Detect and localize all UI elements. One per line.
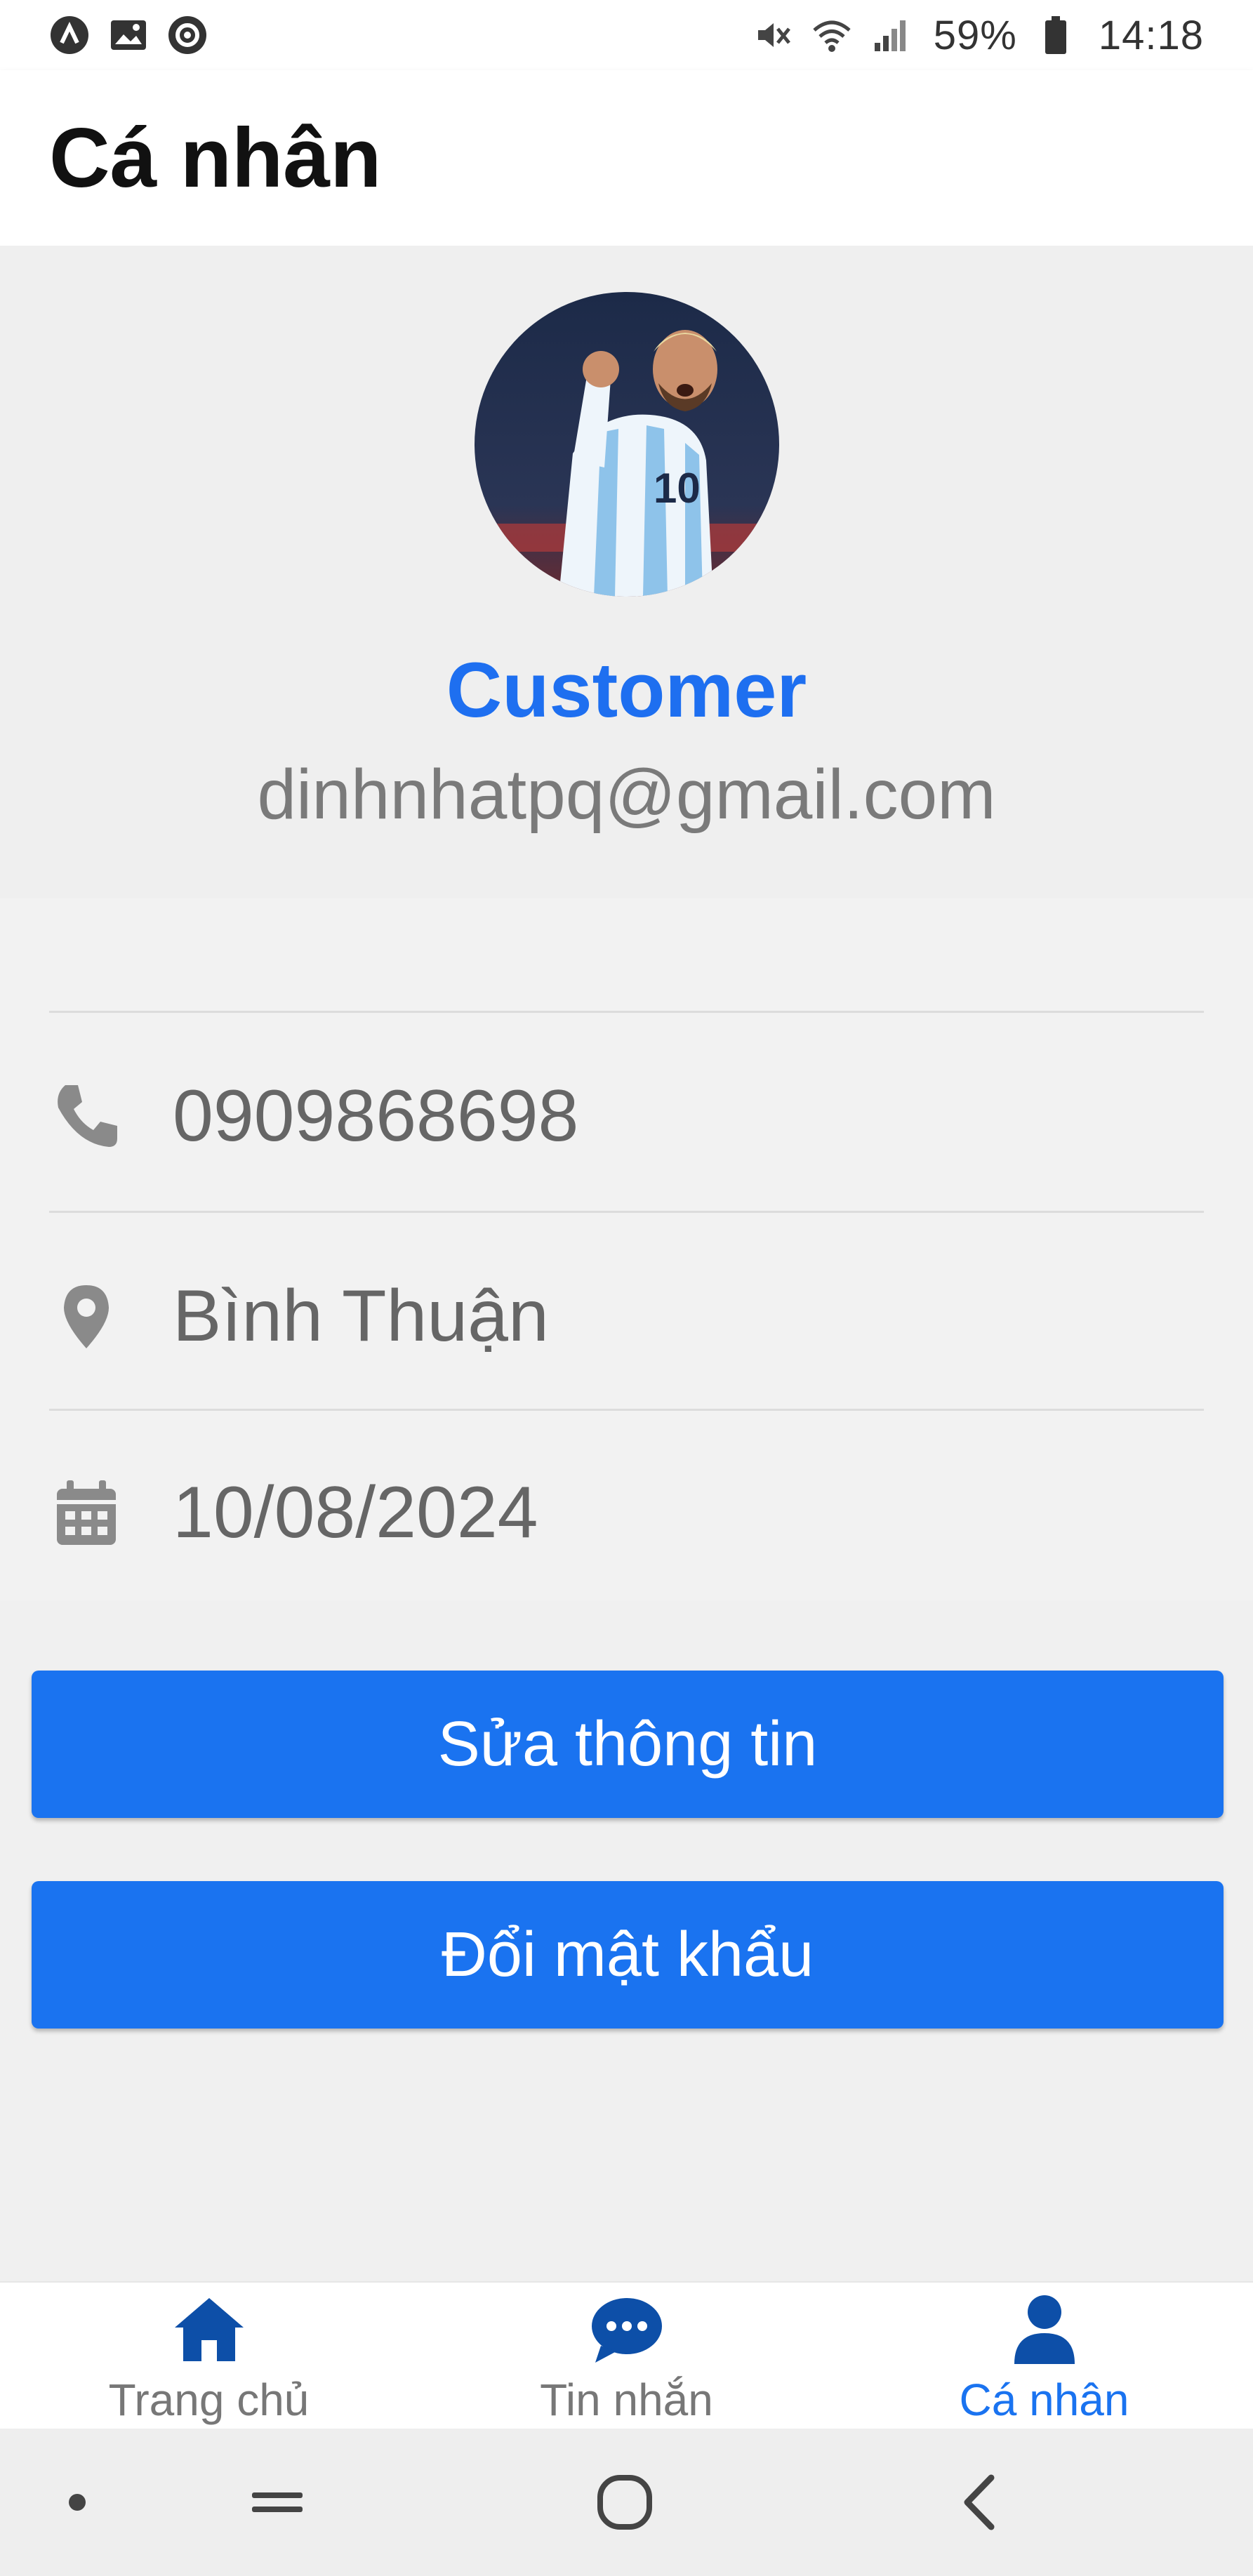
tab-label: Tin nhắn bbox=[540, 2375, 713, 2425]
home-icon bbox=[171, 2291, 248, 2368]
app-notification-icon bbox=[49, 15, 90, 55]
status-bar: 59% 14:18 bbox=[0, 0, 1253, 70]
sync-notification-icon bbox=[167, 15, 208, 55]
status-left bbox=[49, 15, 208, 55]
tab-messages[interactable]: Tin nhắn bbox=[418, 2283, 835, 2429]
status-right: 59% 14:18 bbox=[753, 12, 1204, 59]
home-nav-icon[interactable] bbox=[586, 2429, 663, 2576]
location-pin-icon bbox=[49, 1279, 124, 1353]
user-email: dinhnhatpq@gmail.com bbox=[257, 755, 996, 834]
user-name: Customer bbox=[446, 647, 807, 733]
app-header: Cá nhân bbox=[0, 70, 1253, 246]
clock: 14:18 bbox=[1098, 12, 1204, 58]
mute-icon bbox=[753, 15, 793, 55]
divider bbox=[49, 1011, 1204, 1013]
battery-icon bbox=[1035, 15, 1076, 55]
tab-home[interactable]: Trang chủ bbox=[0, 2283, 418, 2429]
chat-icon bbox=[588, 2291, 665, 2368]
bottom-tab-bar: Trang chủ Tin nhắn Cá nhân bbox=[0, 2281, 1253, 2429]
divider bbox=[49, 1211, 1204, 1213]
signal-icon bbox=[870, 15, 911, 55]
phone-row: 0909868698 bbox=[49, 1018, 1204, 1214]
tab-label: Cá nhân bbox=[959, 2375, 1129, 2425]
phone-number: 0909868698 bbox=[173, 1075, 579, 1157]
divider bbox=[49, 1409, 1204, 1411]
page-title: Cá nhân bbox=[49, 111, 382, 205]
profile-screen: 59% 14:18 Cá nhân 10 Customer dinhnhatpq… bbox=[0, 0, 1253, 2576]
system-nav-bar bbox=[0, 2429, 1253, 2576]
edit-profile-button[interactable]: Sửa thông tin bbox=[32, 1671, 1224, 1818]
avatar[interactable]: 10 bbox=[475, 292, 779, 597]
change-password-button[interactable]: Đổi mật khẩu bbox=[32, 1881, 1224, 2029]
date-row: 10/08/2024 bbox=[49, 1414, 1204, 1611]
tab-profile[interactable]: Cá nhân bbox=[835, 2283, 1253, 2429]
svg-text:10: 10 bbox=[654, 465, 701, 512]
location-row: Bình Thuận bbox=[49, 1218, 1204, 1414]
profile-summary: 10 Customer dinhnhatpq@gmail.com bbox=[0, 246, 1253, 898]
battery-percent: 59% bbox=[933, 12, 1017, 58]
location-text: Bình Thuận bbox=[173, 1275, 549, 1357]
date-text: 10/08/2024 bbox=[173, 1471, 538, 1553]
recents-icon[interactable] bbox=[239, 2429, 316, 2576]
calendar-icon bbox=[49, 1475, 124, 1550]
wifi-icon bbox=[811, 15, 852, 55]
tab-label: Trang chủ bbox=[108, 2375, 310, 2425]
profile-info-list: 0909868698 Bình Thuận 10/08/2024 bbox=[0, 898, 1253, 1600]
image-notification-icon bbox=[108, 15, 149, 55]
nav-dot-icon bbox=[63, 2429, 91, 2576]
back-icon[interactable] bbox=[941, 2429, 1018, 2576]
phone-icon bbox=[49, 1079, 124, 1153]
person-icon bbox=[1006, 2291, 1083, 2368]
